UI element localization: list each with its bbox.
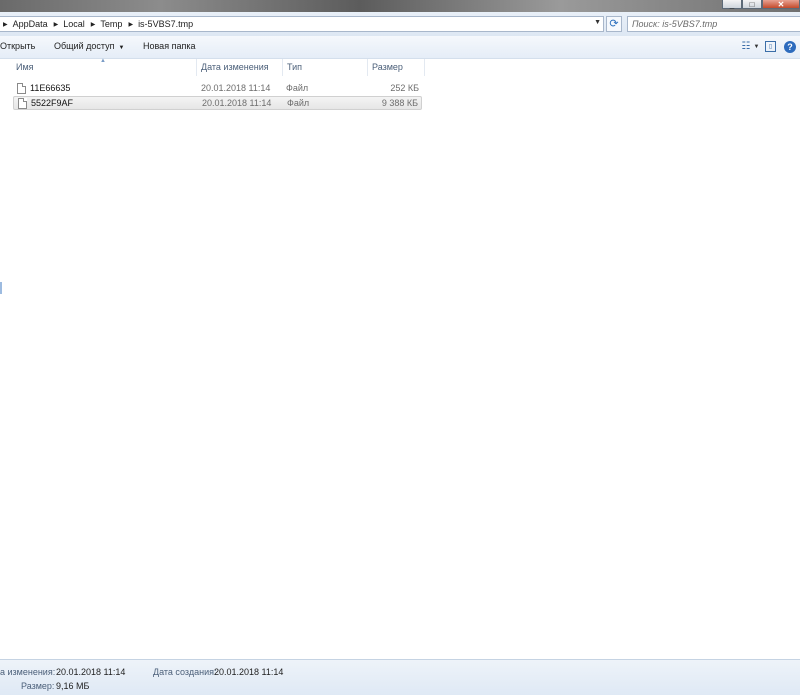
- address-row: ▶ AppData ▶ Local ▶ Temp ▶ is-5VBS7.tmp ▼ ⟳: [0, 12, 800, 36]
- file-type: Файл: [286, 83, 309, 93]
- file-date: 20.01.2018 11:14: [201, 83, 271, 93]
- breadcrumb-item-current[interactable]: ▶ is-5VBS7.tmp: [122, 19, 193, 29]
- search-box[interactable]: [627, 16, 800, 32]
- chevron-right-icon: ▶: [53, 21, 59, 28]
- maximize-button[interactable]: □: [742, 0, 762, 9]
- breadcrumb-item-appdata[interactable]: ▶ AppData: [0, 19, 48, 29]
- column-headers: ▲ Имя Дата изменения Тип Размер: [0, 58, 425, 76]
- breadcrumb-item-local[interactable]: ▶ Local: [48, 19, 85, 29]
- modified-value: 20.01.2018 11:14: [56, 667, 126, 677]
- file-row[interactable]: 11E66635 20.01.2018 11:14 Файл 252 КБ: [13, 82, 422, 96]
- chevron-right-icon: ▶: [3, 21, 8, 28]
- created-value: 20.01.2018 11:14: [214, 667, 284, 677]
- address-dropdown-icon[interactable]: ▼: [594, 19, 601, 26]
- file-name: 5522F9AF: [31, 98, 74, 108]
- size-value: 9,16 МБ: [56, 681, 90, 691]
- navigation-pane-edge: [0, 282, 2, 294]
- file-date: 20.01.2018 11:14: [202, 98, 272, 108]
- chevron-right-icon: ▶: [128, 21, 134, 28]
- breadcrumb-item-temp[interactable]: ▶ Temp: [85, 19, 123, 29]
- modified-label: а изменения:: [0, 667, 56, 677]
- open-button[interactable]: Открыть: [0, 41, 35, 51]
- size-label: Размер:: [21, 681, 55, 691]
- command-bar: Открыть Общий доступ ▼ Новая папка ☷ ▼ ▯ ?: [0, 36, 800, 59]
- preview-pane-icon[interactable]: ▯: [765, 41, 776, 52]
- file-icon: [17, 83, 26, 94]
- share-label: Общий доступ: [54, 41, 115, 51]
- file-size: 9 388 КБ: [381, 98, 418, 108]
- file-size: 252 КБ: [390, 83, 419, 93]
- file-icon: [18, 98, 27, 109]
- close-button[interactable]: ✕: [762, 0, 800, 9]
- file-type: Файл: [287, 98, 310, 108]
- share-button[interactable]: Общий доступ ▼: [54, 41, 124, 51]
- created-label: Дата создания:: [153, 667, 217, 677]
- view-options-icon[interactable]: ☷ ▼: [742, 40, 760, 53]
- address-bar[interactable]: ▶ AppData ▶ Local ▶ Temp ▶ is-5VBS7.tmp ▼: [0, 16, 604, 32]
- window-titlebar: _ □ ✕: [0, 0, 800, 12]
- details-pane: а изменения: 20.01.2018 11:14 Дата созда…: [0, 659, 800, 695]
- search-input[interactable]: [628, 17, 791, 31]
- window-controls: _ □ ✕: [722, 0, 800, 9]
- minimize-button[interactable]: _: [722, 0, 742, 9]
- column-header-type[interactable]: Тип: [283, 59, 368, 76]
- chevron-down-icon: ▼: [118, 45, 125, 51]
- chevron-right-icon: ▶: [90, 21, 96, 28]
- refresh-icon[interactable]: ⟳: [606, 16, 622, 32]
- file-row[interactable]: 5522F9AF 20.01.2018 11:14 Файл 9 388 КБ: [13, 96, 422, 110]
- new-folder-button[interactable]: Новая папка: [143, 41, 195, 51]
- column-header-name[interactable]: Имя: [12, 59, 197, 76]
- help-icon[interactable]: ?: [784, 40, 796, 53]
- file-name: 11E66635: [30, 83, 71, 93]
- column-header-size[interactable]: Размер: [368, 59, 425, 76]
- column-header-date[interactable]: Дата изменения: [197, 59, 283, 76]
- view-controls: ☷ ▼ ▯ ?: [742, 40, 796, 53]
